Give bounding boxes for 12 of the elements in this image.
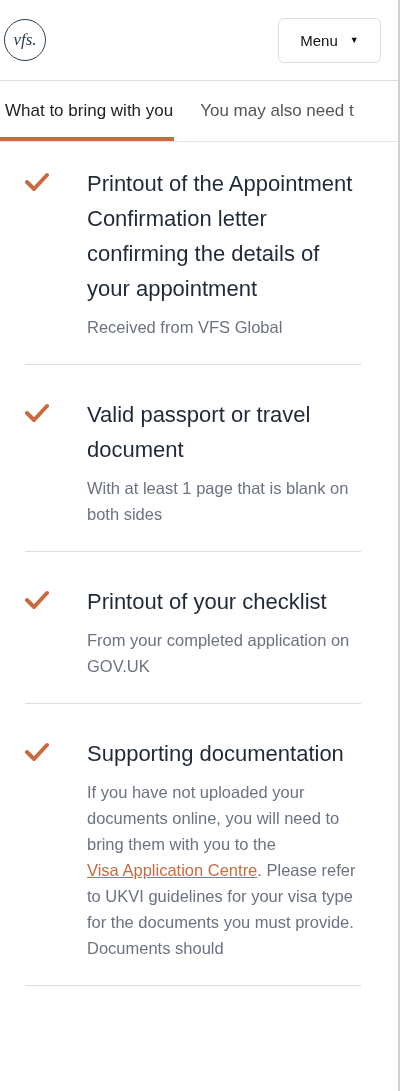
item-note: If you have not uploaded your documents online, you will need to bring them with you to the Visa Application Centre. Please refer to UKVI guidelines for your visa type for the documents you must provide. Documents should bbox=[87, 782, 357, 959]
item-note: With at least 1 page that is blank on both sides bbox=[87, 478, 350, 525]
item-title: Printout of your checklist bbox=[87, 588, 328, 616]
item-note: From your completed application on GOV.UK bbox=[87, 630, 351, 677]
menu-button[interactable]: Menu ▼ bbox=[278, 17, 381, 63]
item-title: Supporting documentation bbox=[87, 740, 345, 768]
link[interactable]: Visa Application Centre bbox=[87, 861, 258, 879]
item-title: Printout of the Appointment Confirmation letter confirming the details of your appointment bbox=[87, 170, 354, 303]
tab[interactable]: You may also need t bbox=[200, 81, 355, 141]
tab[interactable]: What to bring with you bbox=[0, 81, 175, 141]
item-title: Valid passport or travel document bbox=[87, 401, 312, 464]
item-note: Received from VFS Global bbox=[87, 317, 284, 338]
